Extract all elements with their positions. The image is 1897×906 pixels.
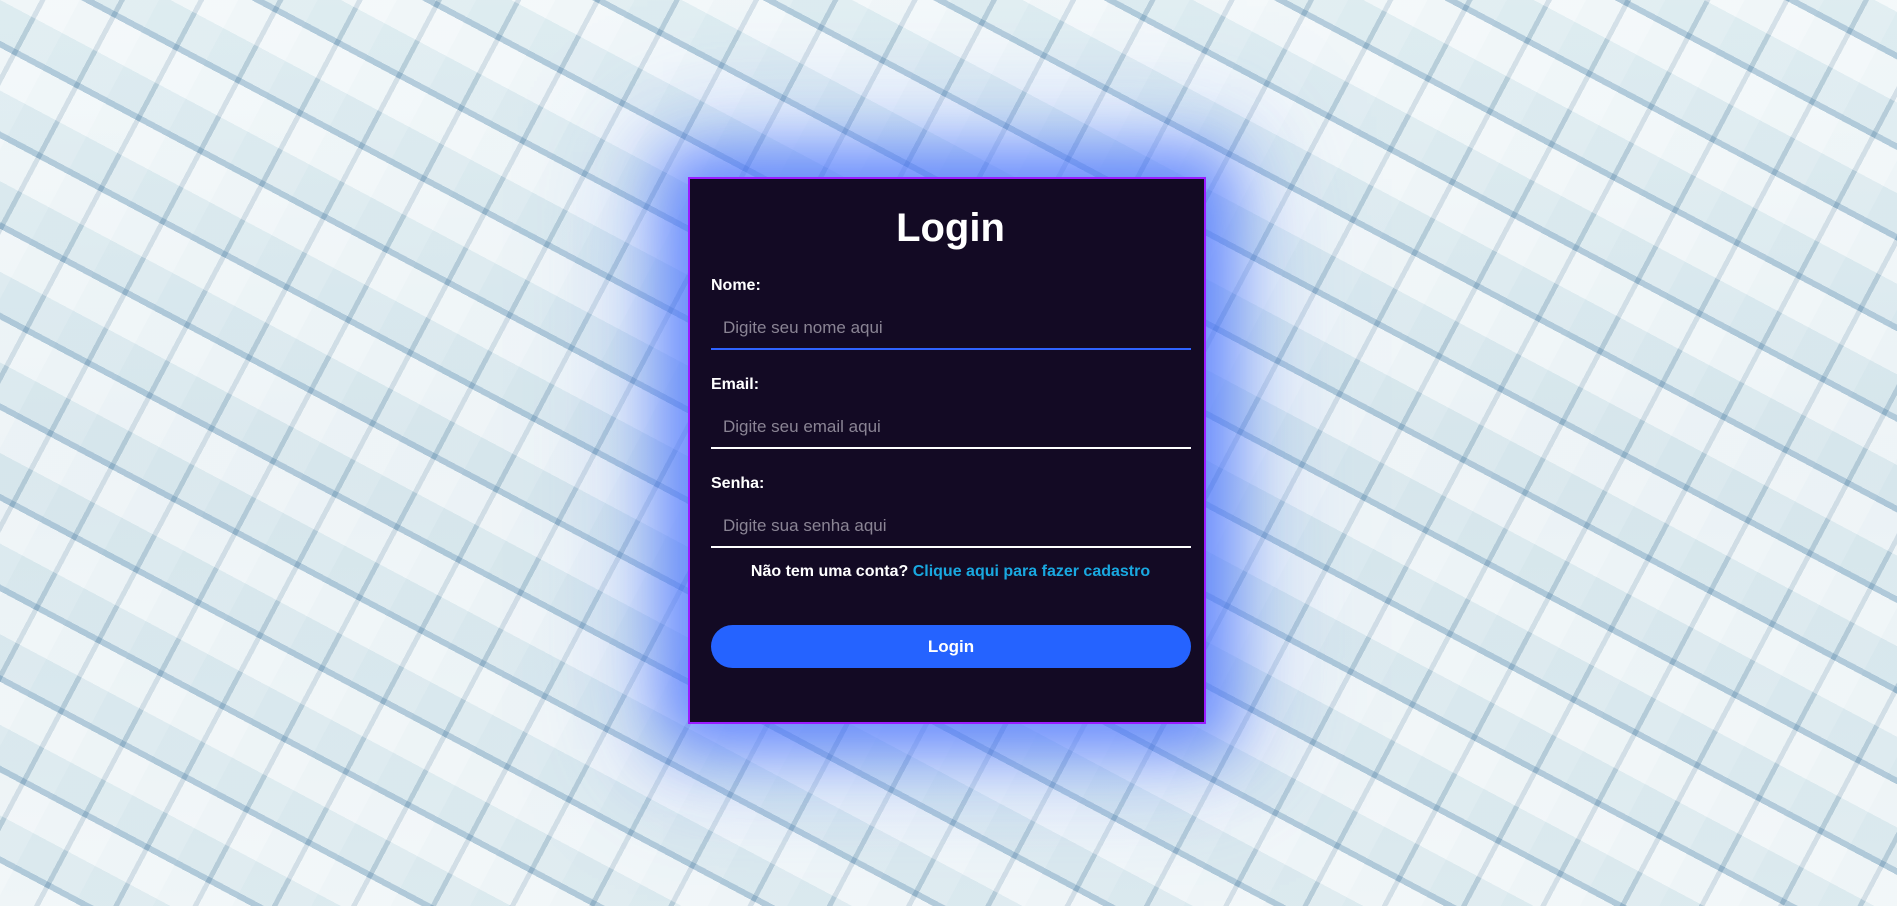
signup-prompt-text: Não tem uma conta?: [750, 563, 909, 580]
email-label: Email:: [711, 376, 760, 393]
name-input[interactable]: [711, 308, 1191, 350]
password-input[interactable]: [711, 506, 1191, 548]
email-field-group: Email:: [711, 376, 1191, 449]
login-card: Login Nome: Email: Senha: Não tem uma co…: [688, 177, 1206, 724]
signup-prompt: Não tem uma conta? Clique aqui para faze…: [711, 562, 1190, 582]
password-label: Senha:: [711, 475, 765, 492]
email-input[interactable]: [711, 407, 1191, 449]
name-field-group: Nome:: [711, 277, 1191, 350]
name-label: Nome:: [711, 277, 761, 294]
password-field-group: Senha:: [711, 475, 1191, 548]
page-title: Login: [896, 206, 1005, 250]
login-button[interactable]: Login: [711, 625, 1191, 668]
signup-link[interactable]: Clique aqui para fazer cadastro: [913, 563, 1150, 580]
